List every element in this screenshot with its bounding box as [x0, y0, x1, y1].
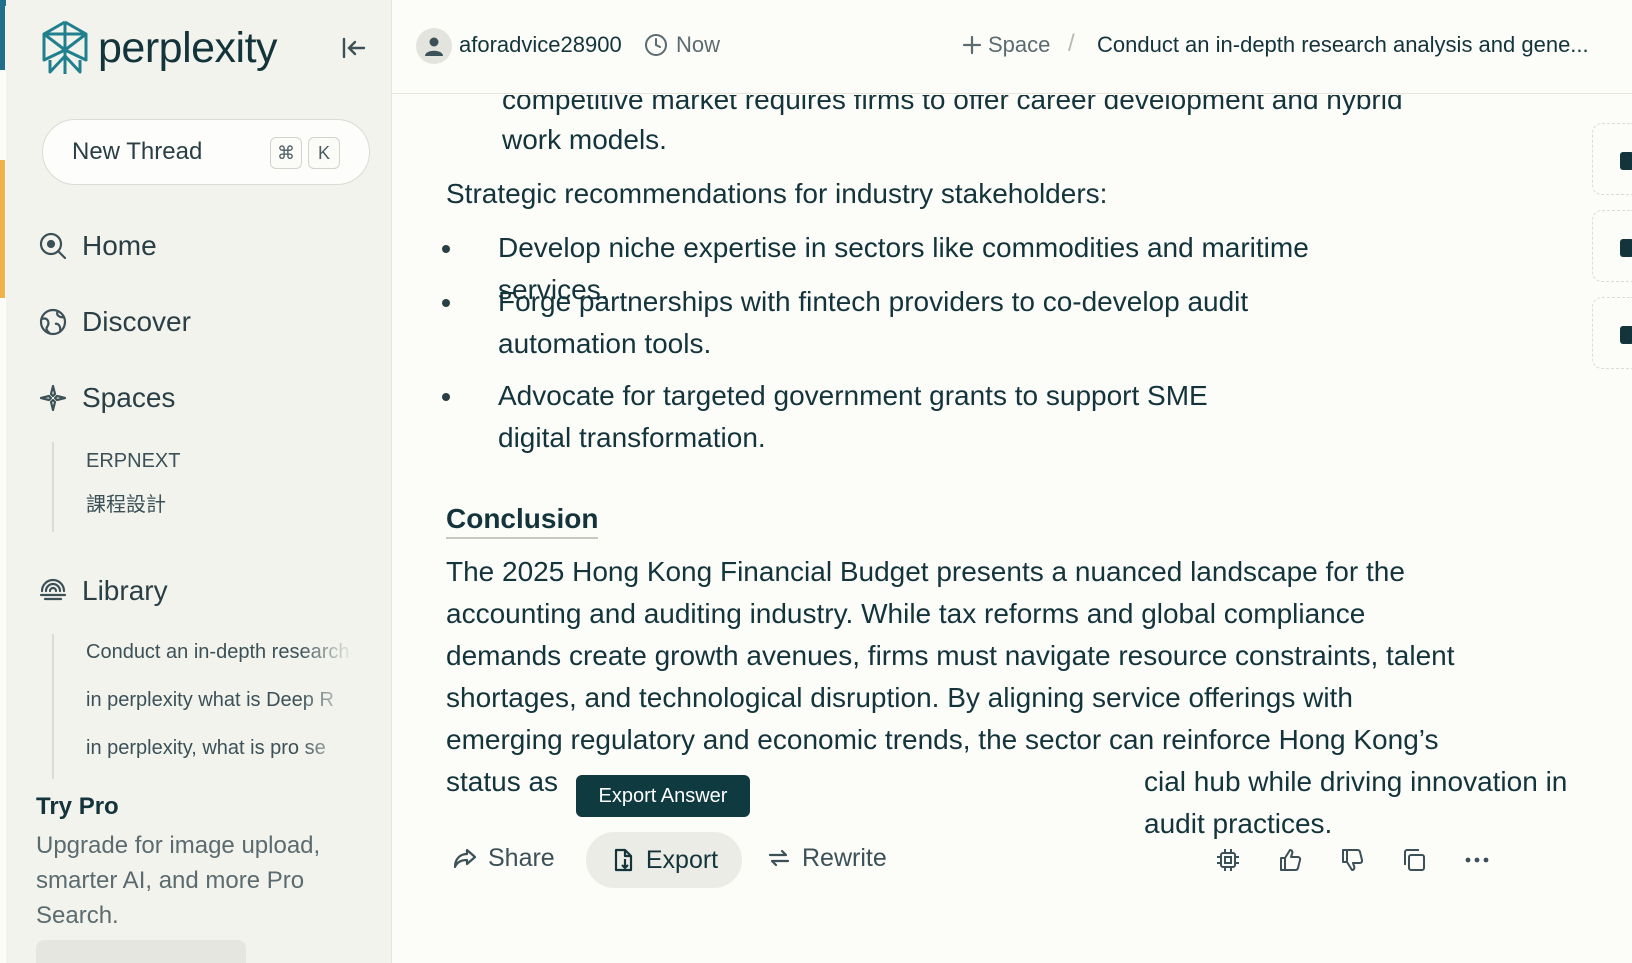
logo-text: perplexity — [98, 23, 278, 72]
space-item-course-design[interactable]: 課程設計 — [54, 490, 354, 532]
conclusion-line: demands create growth avenues, firms mus… — [446, 640, 1455, 671]
recommendations-heading: Strategic recommendations for industry s… — [446, 178, 1108, 209]
spaces-list: ERPNEXT 課程設計 — [52, 442, 354, 532]
rewrite-label: Rewrite — [802, 843, 887, 872]
share-label: Share — [488, 843, 555, 872]
new-thread-label: New Thread — [72, 138, 203, 165]
nav-library[interactable]: Library — [38, 575, 168, 607]
thumbs-up-button[interactable] — [1276, 846, 1304, 874]
answer-text-line: competitive market requires firms to off… — [502, 95, 1403, 115]
sparkle-icon — [39, 384, 67, 412]
conclusion-line: shortages, and technological disruption.… — [446, 682, 1353, 713]
home-icon — [39, 232, 67, 260]
copy-button[interactable] — [1400, 846, 1428, 874]
more-icon — [1465, 857, 1489, 863]
conclusion-line: emerging regulatory and economic trends,… — [446, 724, 1439, 755]
nav-home[interactable]: Home — [38, 230, 157, 262]
list-item-text: automation tools. — [498, 328, 712, 359]
collapse-icon — [342, 37, 366, 59]
username: aforadvice28900 — [459, 32, 622, 57]
export-file-icon — [614, 848, 632, 872]
right-rail-copy-button[interactable] — [1592, 123, 1632, 195]
conclusion-line: The 2025 Hong Kong Financial Budget pres… — [446, 556, 1405, 587]
breadcrumb-title: Conduct an in-depth research analysis an… — [1097, 32, 1589, 57]
list-item: Advocate for targeted government grants … — [442, 375, 1398, 459]
thumbs-down-button[interactable] — [1338, 846, 1366, 874]
page-icon — [1620, 326, 1632, 344]
export-button[interactable]: Export — [586, 832, 742, 888]
try-pro-description: Upgrade for image upload, smarter AI, an… — [36, 832, 321, 929]
library-item[interactable]: in perplexity what is Deep R — [54, 682, 354, 730]
nav-spaces[interactable]: Spaces — [38, 382, 175, 414]
kbd-k: K — [308, 137, 340, 169]
conclusion-line: cial hub while driving innovation in aud… — [1144, 766, 1568, 839]
nav-library-label: Library — [82, 575, 168, 606]
rewrite-icon — [768, 849, 790, 867]
export-label: Export — [645, 845, 719, 874]
rewrite-button[interactable]: Rewrite — [766, 830, 887, 886]
kbd-cmd: ⌘ — [270, 137, 302, 169]
thumbs-down-icon — [1342, 849, 1364, 871]
right-rail-page-button[interactable] — [1592, 297, 1632, 369]
list-item-text: digital transformation. — [498, 422, 766, 453]
list-item-text: Forge partnerships with fintech provider… — [498, 286, 1249, 317]
try-pro-button[interactable] — [36, 940, 246, 963]
left-edge-accent — [0, 0, 5, 70]
copy-icon — [1404, 849, 1425, 871]
chip-icon-button[interactable] — [1214, 846, 1242, 874]
copy-icon — [1620, 152, 1632, 170]
left-edge-accent-2 — [0, 160, 5, 298]
sidebar: perplexity New Thread ⌘ K Home Discover … — [6, 0, 392, 963]
library-icon — [39, 578, 67, 601]
logo[interactable]: perplexity — [40, 20, 278, 76]
breadcrumb-separator: / — [1068, 30, 1075, 57]
answer-text-line: work models. — [502, 124, 667, 155]
share-icon — [453, 848, 477, 869]
chip-icon — [1217, 849, 1239, 871]
nav-home-label: Home — [82, 230, 157, 261]
thumbs-up-icon — [1280, 849, 1302, 871]
space-item-erpnext[interactable]: ERPNEXT — [54, 442, 354, 490]
plus-icon — [962, 35, 982, 55]
table-icon — [1620, 239, 1632, 257]
library-list: Conduct an in-depth research in perplexi… — [52, 634, 354, 779]
perplexity-logo-icon — [42, 20, 88, 74]
library-item[interactable]: in perplexity, what is pro se — [54, 730, 354, 778]
avatar[interactable] — [416, 28, 452, 64]
nav-discover-label: Discover — [82, 306, 191, 337]
new-thread-button[interactable]: New Thread ⌘ K — [42, 119, 370, 185]
timestamp: Now — [644, 32, 720, 58]
globe-icon — [39, 308, 67, 336]
space-label: Space — [988, 32, 1051, 57]
nav-discover[interactable]: Discover — [38, 306, 191, 338]
conclusion-heading[interactable]: Conclusion — [446, 503, 599, 539]
collapse-sidebar-button[interactable] — [340, 34, 368, 62]
thread-header: aforadvice28900 Now Space / Conduct an i… — [392, 0, 1632, 94]
user-icon — [425, 37, 443, 56]
add-to-space-button[interactable]: Space — [962, 32, 1050, 58]
list-item: Forge partnerships with fintech provider… — [442, 281, 1398, 365]
right-rail-table-button[interactable] — [1592, 210, 1632, 282]
timestamp-label: Now — [676, 32, 721, 57]
answer-content: competitive market requires firms to off… — [392, 95, 1632, 963]
try-pro-title: Try Pro — [36, 793, 119, 820]
list-item-text: Advocate for targeted government grants … — [498, 380, 1208, 411]
conclusion-line: status as — [446, 766, 559, 797]
clock-icon — [645, 34, 667, 56]
more-options-button[interactable] — [1463, 846, 1491, 874]
conclusion-line: accounting and auditing industry. While … — [446, 598, 1366, 629]
export-tooltip: Export Answer — [576, 775, 750, 817]
nav-spaces-label: Spaces — [82, 382, 176, 413]
share-button[interactable]: Share — [452, 830, 555, 886]
library-item[interactable]: Conduct an in-depth research — [54, 634, 354, 682]
